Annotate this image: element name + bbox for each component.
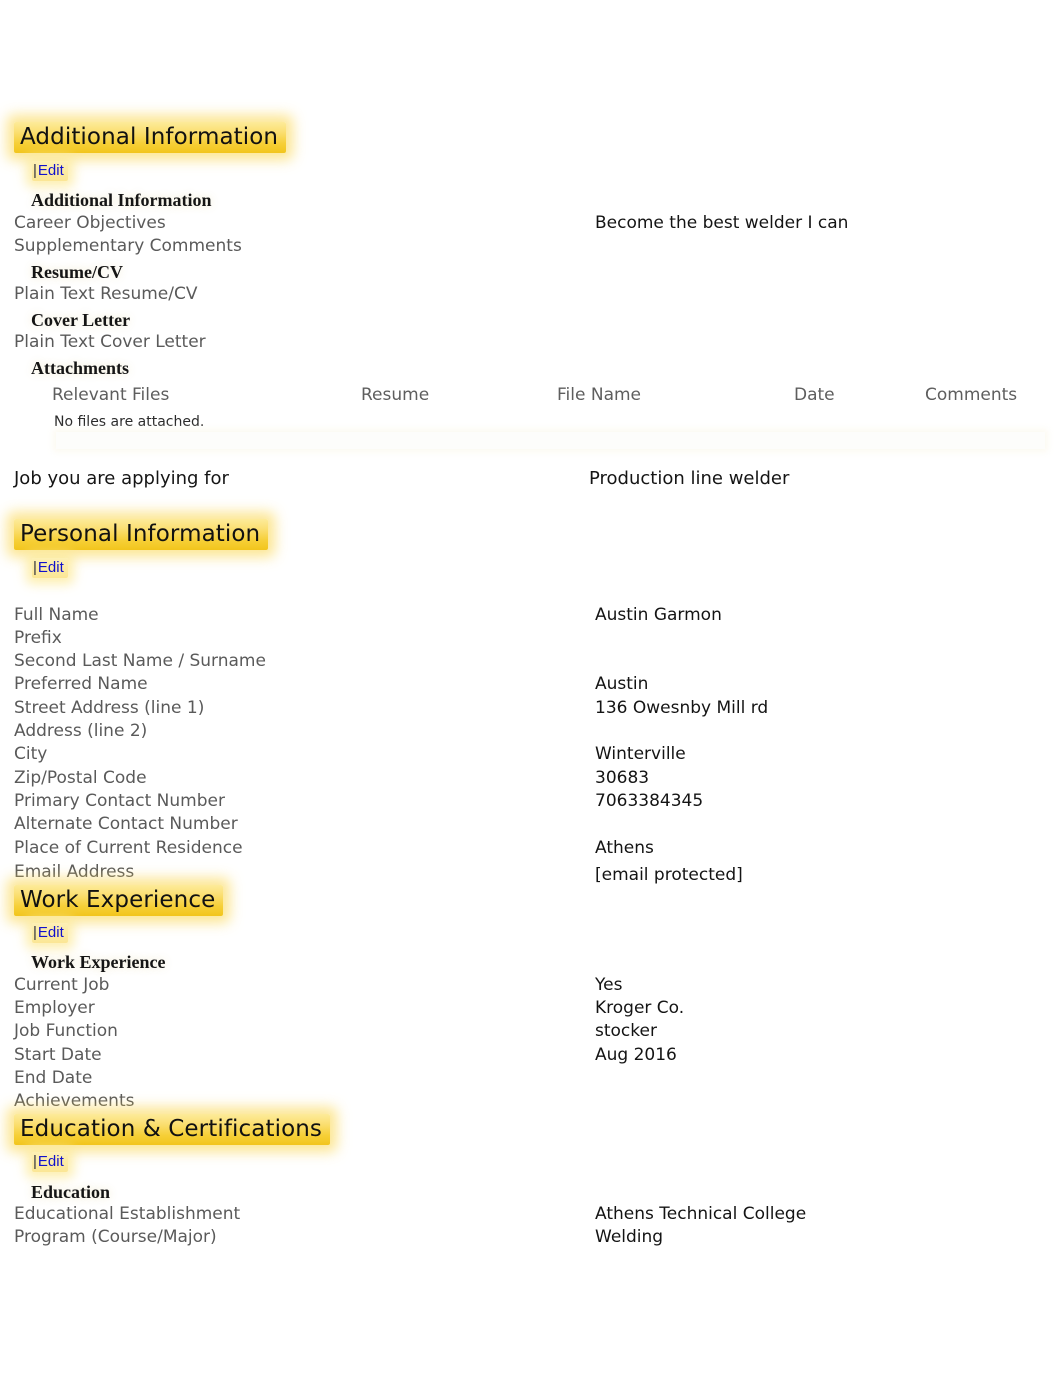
value-primary-contact-number: 7063384345 [595,791,704,811]
label-job-applying-for: Job you are applying for [14,468,229,489]
label-city: City [14,744,48,764]
label-preferred-name: Preferred Name [14,674,148,694]
section-heading-additional-information: Additional Information [14,122,287,153]
subheader-attachments: Attachments [31,358,129,378]
value-employer: Kroger Co. [595,998,685,1018]
value-educational-establishment: Athens Technical College [595,1204,807,1224]
subheader-education: Education [31,1182,111,1202]
edit-link-work-experience[interactable]: |Edit [32,923,68,943]
label-email-address: Email Address [14,862,135,882]
edit-link-personal-information[interactable]: |Edit [32,558,68,578]
value-job-function: stocker [595,1021,657,1041]
label-alternate-contact-number: Alternate Contact Number [14,814,238,834]
table-column-header-comments: Comments [925,385,1018,405]
value-current-job: Yes [595,975,623,995]
label-prefix: Prefix [14,628,62,648]
subheader-additional-information: Additional Information [31,190,212,210]
label-second-last-name: Second Last Name / Surname [14,651,266,671]
label-address-line-2: Address (line 2) [14,721,148,741]
value-career-objectives: Become the best welder I can [595,213,849,233]
edit-link-additional-information[interactable]: |Edit [32,161,68,181]
label-end-date: End Date [14,1068,93,1088]
value-email-address: [email protected] [595,865,743,885]
label-place-of-current-residence: Place of Current Residence [14,838,243,858]
value-place-of-current-residence: Athens [595,838,654,858]
edit-link-label: Edit [37,559,64,576]
table-column-header-resume: Resume [361,385,430,405]
value-program-course-major: Welding [595,1227,664,1247]
label-job-function: Job Function [14,1021,118,1041]
label-full-name: Full Name [14,605,99,625]
section-heading-work-experience: Work Experience [14,885,224,916]
label-achievements: Achievements [14,1091,135,1111]
label-street-address-line-1: Street Address (line 1) [14,698,205,718]
table-column-header-file-name: File Name [557,385,642,405]
table-column-header-date: Date [794,385,835,405]
edit-link-label: Edit [37,924,64,941]
table-column-header-relevant-files: Relevant Files [52,385,170,405]
label-zip-postal-code: Zip/Postal Code [14,768,147,788]
label-start-date: Start Date [14,1045,102,1065]
label-plain-text-cover-letter: Plain Text Cover Letter [14,332,206,352]
label-employer: Employer [14,998,95,1018]
label-career-objectives: Career Objectives [14,213,166,233]
label-primary-contact-number: Primary Contact Number [14,791,225,811]
subheader-cover-letter: Cover Letter [31,310,131,330]
subheader-work-experience: Work Experience [31,952,166,972]
section-divider-band [56,432,1045,449]
section-heading-personal-information: Personal Information [14,519,269,550]
attachments-empty-message: No files are attached. [54,414,205,430]
value-city: Winterville [595,744,686,764]
value-full-name: Austin Garmon [595,605,722,625]
label-current-job: Current Job [14,975,110,995]
value-preferred-name: Austin [595,674,649,694]
section-heading-education-certifications: Education & Certifications [14,1114,331,1145]
edit-link-label: Edit [37,162,64,179]
value-start-date: Aug 2016 [595,1045,677,1065]
label-plain-text-resume-cv: Plain Text Resume/CV [14,284,198,304]
value-street-address-line-1: 136 Owesnby Mill rd [595,698,769,718]
subheader-resume-cv: Resume/CV [31,262,123,282]
value-zip-postal-code: 30683 [595,768,650,788]
label-supplementary-comments: Supplementary Comments [14,236,242,256]
application-profile-page: Additional Information |Edit Additional … [0,0,1062,1377]
edit-link-label: Edit [37,1153,64,1170]
value-job-applying-for: Production line welder [589,468,790,489]
label-program-course-major: Program (Course/Major) [14,1227,217,1247]
label-educational-establishment: Educational Establishment [14,1204,241,1224]
edit-link-education-certifications[interactable]: |Edit [32,1152,68,1172]
